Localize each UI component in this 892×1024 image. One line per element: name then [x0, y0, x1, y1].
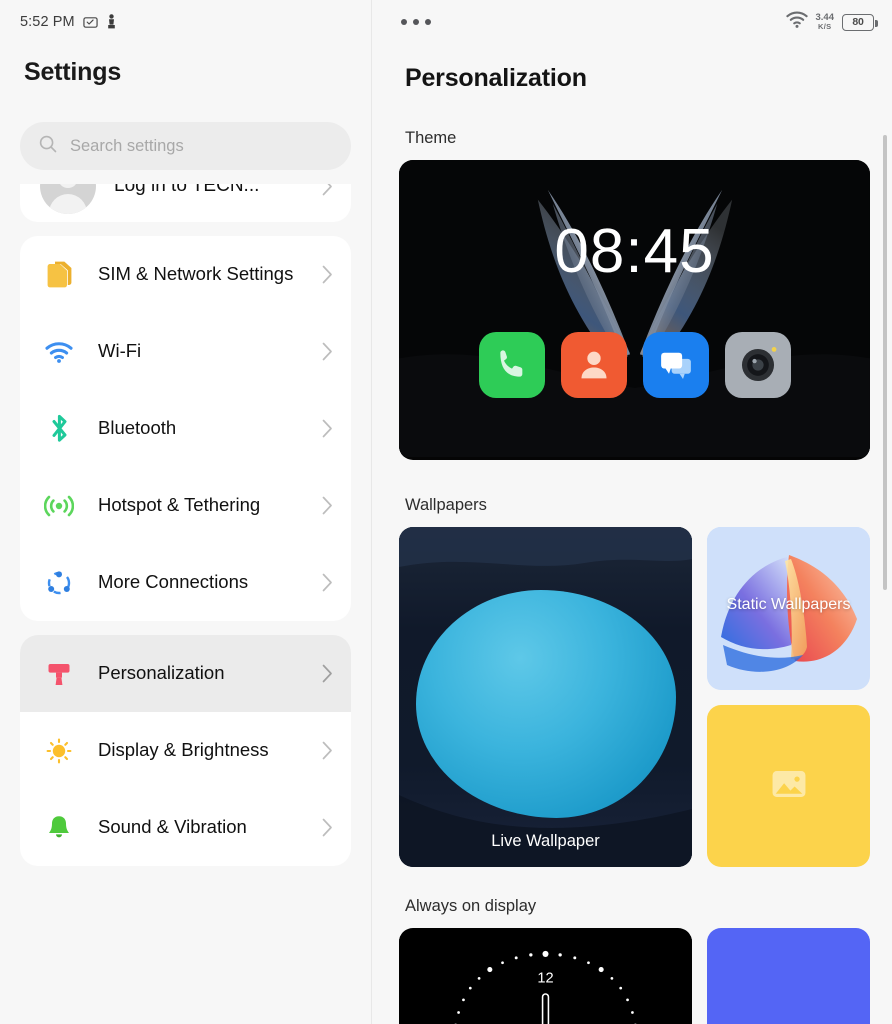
clock-numeral-12: 12 [537, 970, 553, 986]
theme-preview-card[interactable]: 08:45 [399, 160, 870, 460]
chevron-right-icon [322, 818, 333, 837]
network-speed-unit: K/S [818, 22, 832, 32]
wallpapers-side-column: Static Wallpapers [707, 527, 870, 867]
paint-roller-icon [42, 660, 76, 688]
messages-app-icon [642, 332, 709, 398]
bluetooth-icon [42, 414, 76, 443]
person-standing-icon [106, 14, 117, 30]
sidebar-item-label: More Connections [98, 571, 249, 593]
search-placeholder: Search settings [70, 136, 184, 155]
chevron-right-icon [322, 419, 333, 438]
battery-level: 80 [852, 16, 864, 28]
brightness-icon [42, 737, 76, 765]
chevron-right-icon [322, 342, 333, 361]
aod-style-card[interactable] [707, 928, 870, 1024]
sidebar-item-sound-vibration[interactable]: Sound & Vibration [20, 789, 351, 866]
sidebar-item-label: Display & Brightness [98, 739, 269, 761]
sim-card-icon [42, 260, 76, 289]
bell-icon [42, 814, 76, 842]
more-options-icon[interactable] [401, 19, 431, 25]
status-bar-left: 5:52 PM [0, 0, 371, 44]
sidebar-item-sim-network-settings[interactable]: SIM & Network Settings [20, 236, 351, 313]
sidebar-item-display-brightness[interactable]: Display & Brightness [20, 712, 351, 789]
section-label-wallpapers: Wallpapers [405, 496, 487, 514]
page-title-personalization: Personalization [405, 64, 587, 92]
settings-screen: 5:52 PM Settings Search settings Log in … [0, 0, 892, 1024]
chevron-right-icon [322, 265, 333, 284]
page-title-settings: Settings [24, 58, 122, 86]
live-wallpaper-label: Live Wallpaper [491, 832, 600, 850]
sidebar-item-personalization[interactable]: Personalization [20, 635, 351, 712]
search-container: Search settings [0, 108, 371, 184]
phone-app-icon [478, 332, 545, 398]
status-time: 5:52 PM [20, 14, 75, 30]
chevron-right-icon [322, 573, 333, 592]
mail-icon [83, 15, 98, 30]
chevron-right-icon [322, 664, 333, 683]
personalization-panel: 3.44 K/S 80 Personalization Theme 08:45 … [371, 0, 892, 1024]
static-wallpapers-card[interactable]: Static Wallpapers [707, 527, 870, 690]
status-indicators: 3.44 K/S 80 [785, 11, 878, 34]
section-label-theme: Theme [405, 129, 457, 147]
sidebar-item-label: Sound & Vibration [98, 816, 247, 838]
sidebar-scroll-area[interactable]: Search settings Log in to TECN... SIM & … [0, 108, 371, 1024]
always-on-display-grid: 12 10 2 [371, 928, 892, 1024]
connections-group: SIM & Network Settings Wi-Fi Bluetooth H… [20, 236, 351, 621]
chevron-right-icon [322, 496, 333, 515]
aod-clock-card[interactable]: 12 10 2 [399, 928, 692, 1024]
aod-analog-clock: 12 10 2 [399, 929, 692, 1024]
sidebar-item-wi-fi[interactable]: Wi-Fi [20, 313, 351, 390]
personalization-group: Personalization Display & Brightness Sou… [20, 635, 351, 866]
network-speed: 3.44 K/S [816, 13, 835, 30]
hotspot-icon [42, 494, 76, 518]
camera-app-icon [724, 332, 791, 398]
theme-app-icons [399, 332, 870, 398]
more-connections-icon [42, 569, 76, 597]
sidebar-item-label: Bluetooth [98, 417, 177, 439]
theme-clock: 08:45 [554, 217, 715, 286]
gallery-wallpaper-card[interactable] [707, 705, 870, 867]
sidebar-item-label: SIM & Network Settings [98, 263, 294, 285]
image-icon [768, 763, 810, 810]
wifi-icon [785, 11, 808, 34]
settings-sidebar: 5:52 PM Settings Search settings Log in … [0, 0, 371, 1024]
theme-wallpaper-art [399, 160, 870, 458]
panel-divider [371, 0, 372, 1024]
status-bar-right: 3.44 K/S 80 [371, 0, 892, 44]
sidebar-item-label: Personalization [98, 662, 225, 684]
sidebar-item-hotspot-tethering[interactable]: Hotspot & Tethering [20, 467, 351, 544]
sidebar-item-bluetooth[interactable]: Bluetooth [20, 390, 351, 467]
battery-indicator: 80 [842, 13, 878, 31]
sidebar-item-label: Wi-Fi [98, 340, 142, 362]
contacts-app-icon [560, 332, 627, 398]
wallpapers-grid: Live Wallpaper Static Wallpapers [371, 527, 892, 867]
static-wallpapers-label: Static Wallpapers [726, 595, 851, 613]
main-scrollbar[interactable] [883, 135, 887, 590]
wifi-icon [42, 341, 76, 363]
search-icon [38, 134, 58, 159]
chevron-right-icon [322, 741, 333, 760]
section-label-always-on-display: Always on display [405, 897, 537, 915]
live-wallpaper-card[interactable]: Live Wallpaper [399, 527, 692, 867]
sidebar-item-more-connections[interactable]: More Connections [20, 544, 351, 621]
sidebar-item-label: Hotspot & Tethering [98, 494, 261, 516]
search-input[interactable]: Search settings [20, 122, 351, 170]
